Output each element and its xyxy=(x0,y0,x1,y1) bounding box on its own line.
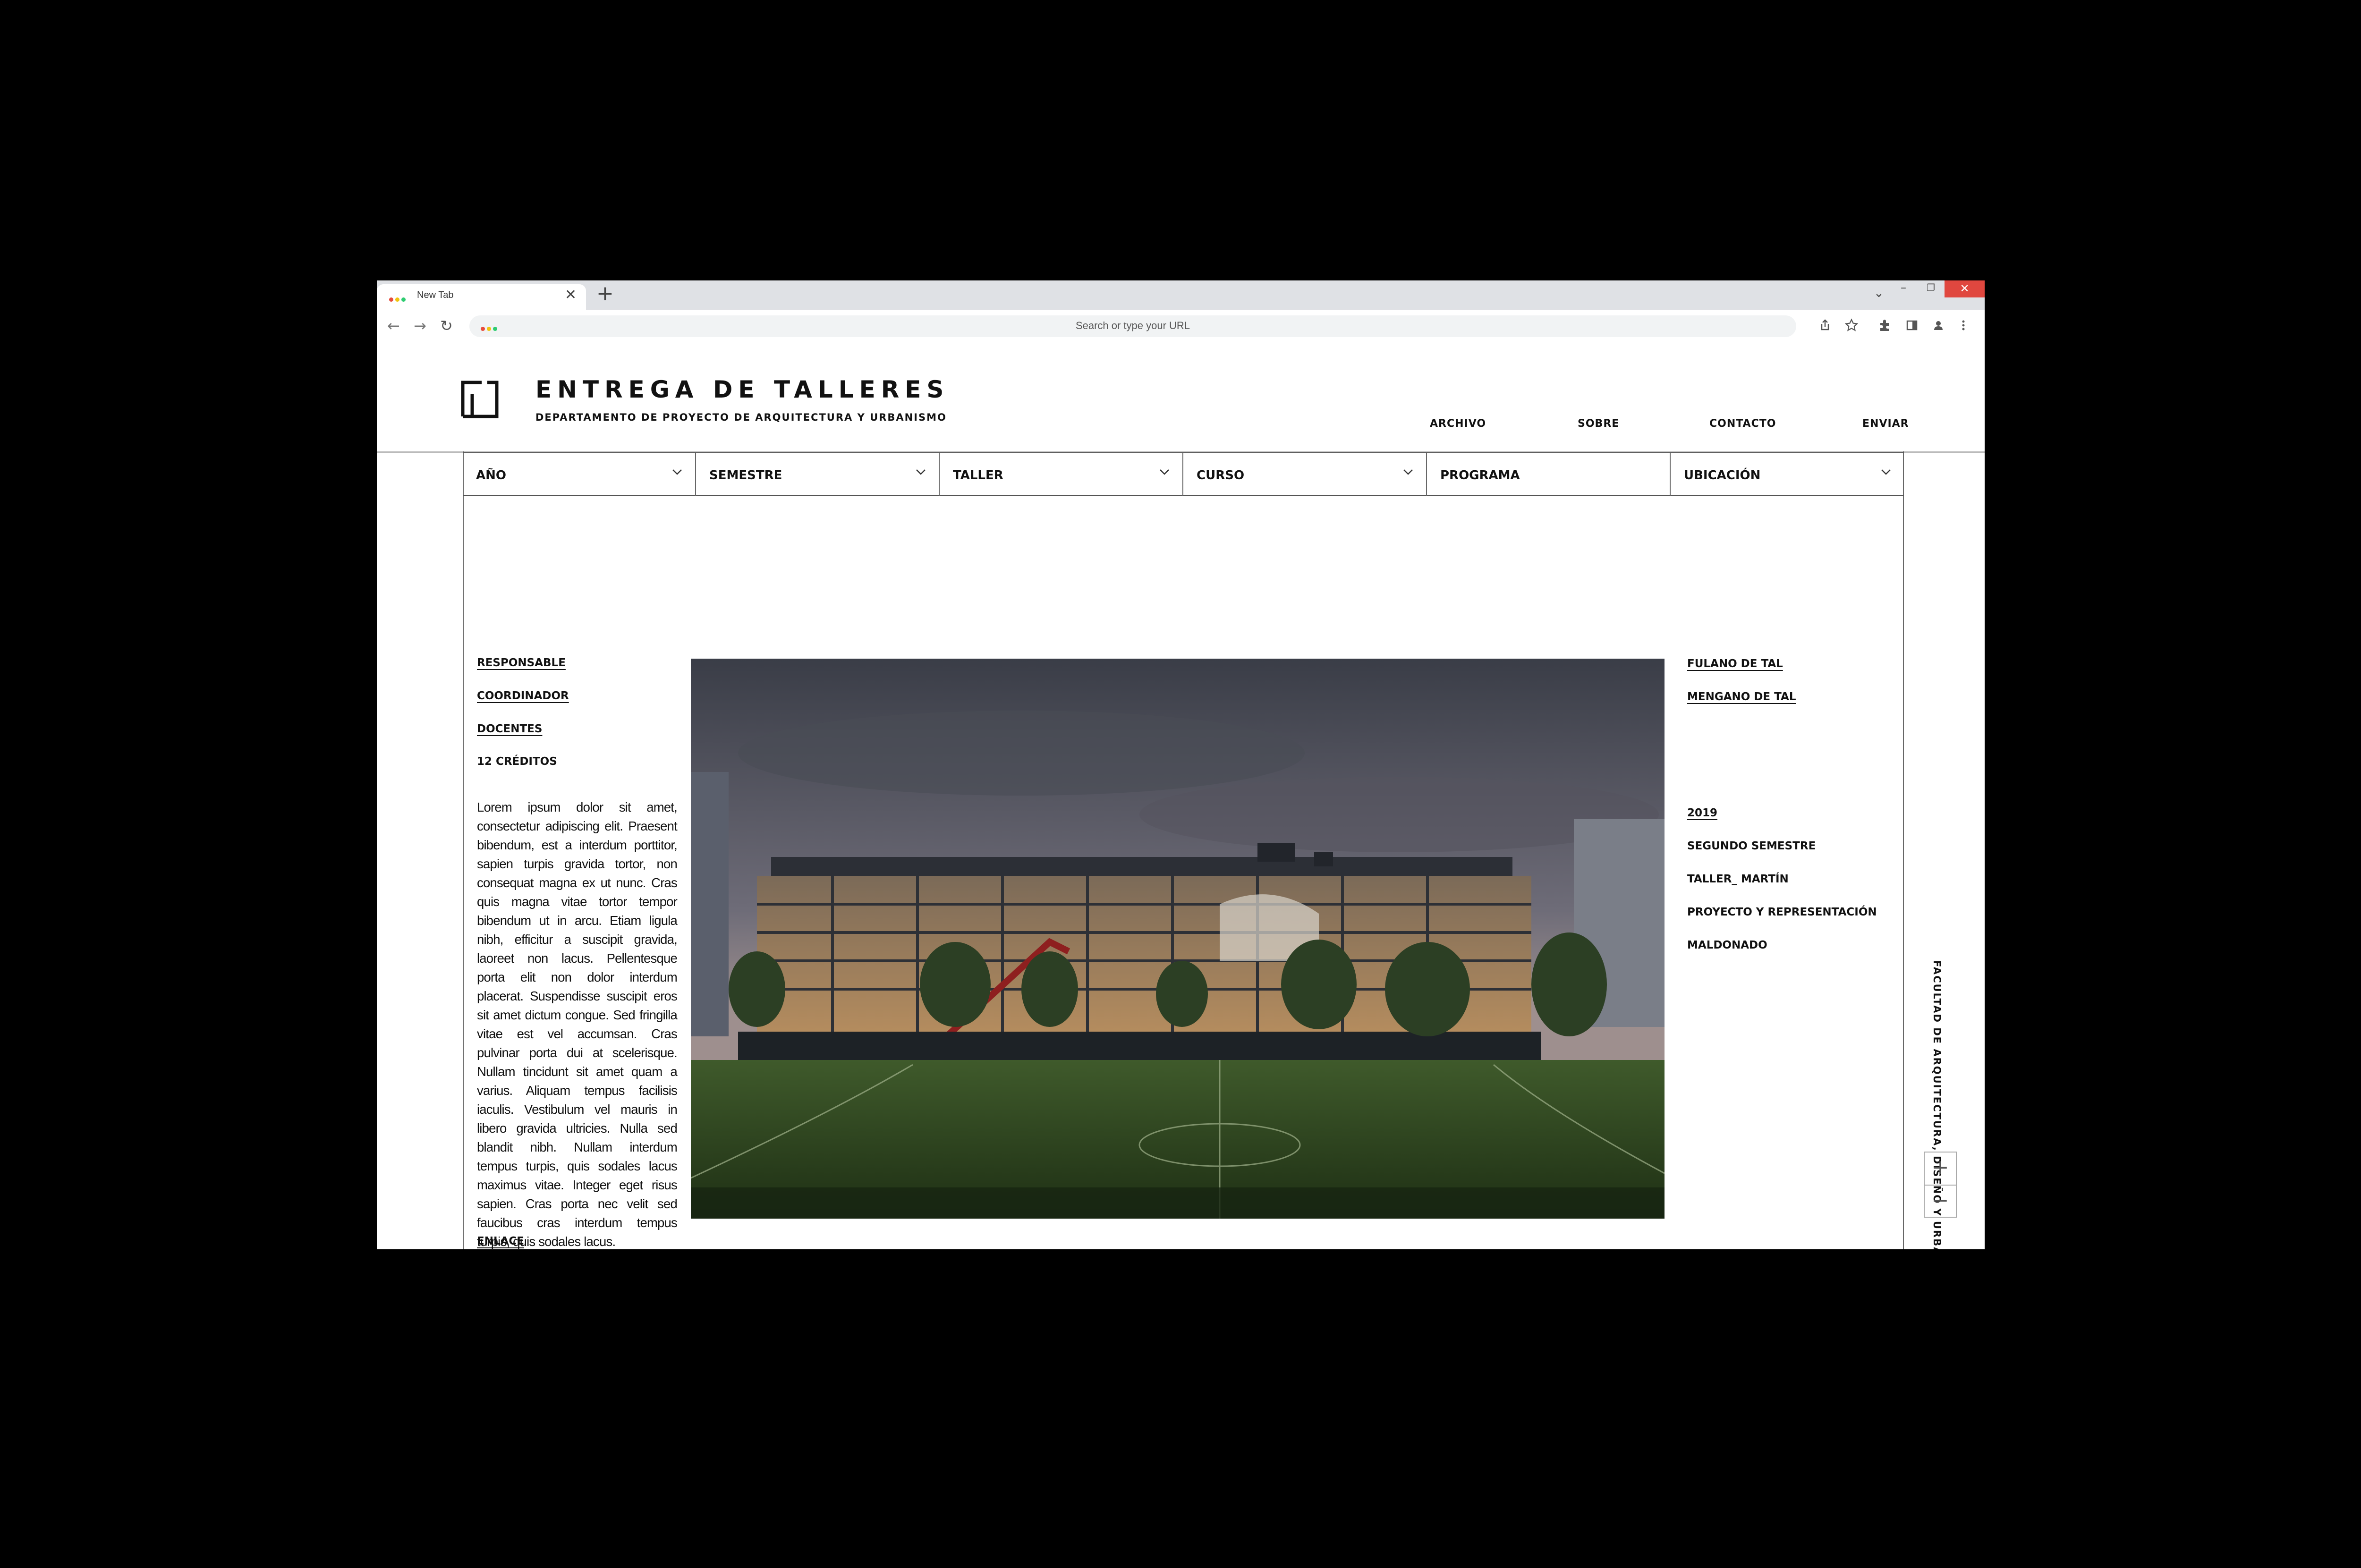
meta-docentes[interactable]: DOCENTES xyxy=(477,723,542,735)
zoom-in-button[interactable]: + xyxy=(1925,1153,1956,1186)
filter-bar: AÑO SEMESTRE TALLER CURSO PROGRAMA UBICA… xyxy=(463,452,1904,496)
filter-label: TALLER xyxy=(953,468,1003,483)
filter-semestre[interactable]: SEMESTRE xyxy=(696,453,940,496)
detail-course: PROYECTO Y REPRESENTACIÓN xyxy=(1687,906,1877,918)
meta-creditos: 12 CRÉDITOS xyxy=(477,755,557,768)
zoom-out-button[interactable]: − xyxy=(1925,1186,1956,1218)
nav-contacto[interactable]: CONTACTO xyxy=(1709,418,1776,430)
detail-taller: TALLER_ MARTÍN xyxy=(1687,873,1789,885)
profile-icon[interactable] xyxy=(1931,318,1945,336)
chevron-down-icon[interactable]: ⌄ xyxy=(1874,286,1884,300)
browser-window: New Tab ✕ + ⌄ – ❐ ✕ ← → ↻ Search or type… xyxy=(377,280,1985,1249)
chevron-down-icon xyxy=(672,469,682,475)
tab-new-tab[interactable]: New Tab ✕ xyxy=(377,284,586,310)
close-window-button[interactable]: ✕ xyxy=(1945,280,1985,297)
star-icon[interactable] xyxy=(1844,318,1859,336)
detail-location: MALDONADO xyxy=(1687,939,1767,951)
back-icon[interactable]: ← xyxy=(387,317,400,334)
tab-title: New Tab xyxy=(417,290,454,300)
address-placeholder: Search or type your URL xyxy=(1075,320,1190,331)
filter-ano[interactable]: AÑO xyxy=(463,453,696,496)
menu-icon[interactable] xyxy=(1961,318,1966,336)
filter-ubicacion[interactable]: UBICACIÓN xyxy=(1671,453,1904,496)
web-page: ENTREGA DE TALLERES DEPARTAMENTO DE PROY… xyxy=(377,344,1985,1249)
filter-label: SEMESTRE xyxy=(709,468,782,483)
project-description: Lorem ipsum dolor sit amet, consectetur … xyxy=(477,800,678,1249)
chevron-down-icon xyxy=(1403,469,1413,475)
sidebar-icon[interactable] xyxy=(1905,318,1919,336)
filter-programa[interactable]: PROGRAMA xyxy=(1427,453,1671,496)
zoom-control: + − xyxy=(1924,1152,1957,1218)
tab-close-icon[interactable]: ✕ xyxy=(565,287,577,303)
filter-label: UBICACIÓN xyxy=(1684,468,1761,483)
filter-label: PROGRAMA xyxy=(1440,468,1520,483)
meta-coordinador[interactable]: COORDINADOR xyxy=(477,690,569,702)
address-bar[interactable]: Search or type your URL xyxy=(469,315,1796,337)
tab-bar: New Tab ✕ + ⌄ – ❐ ✕ xyxy=(377,280,1985,310)
chevron-down-icon xyxy=(1881,469,1891,475)
nav-archivo[interactable]: ARCHIVO xyxy=(1430,418,1486,430)
minimize-button[interactable]: – xyxy=(1890,280,1917,297)
extensions-icon[interactable] xyxy=(1877,318,1892,336)
forward-icon[interactable]: → xyxy=(414,317,426,334)
detail-semester: SEGUNDO SEMESTRE xyxy=(1687,840,1816,852)
site-subtitle: DEPARTAMENTO DE PROYECTO DE ARQUITECTURA… xyxy=(535,412,947,423)
share-icon[interactable] xyxy=(1818,318,1832,336)
nav-sobre[interactable]: SOBRE xyxy=(1578,418,1619,430)
person-fulano[interactable]: FULANO DE TAL xyxy=(1687,658,1783,670)
filter-label: CURSO xyxy=(1197,468,1245,483)
tab-favicon xyxy=(389,295,408,304)
browser-toolbar: ← → ↻ Search or type your URL xyxy=(377,310,1985,344)
nav-enviar[interactable]: ENVIAR xyxy=(1862,418,1909,430)
person-mengano[interactable]: MENGANO DE TAL xyxy=(1687,691,1796,703)
chevron-down-icon xyxy=(1160,469,1169,475)
filter-taller[interactable]: TALLER xyxy=(940,453,1183,496)
reload-icon[interactable]: ↻ xyxy=(440,317,453,334)
new-tab-button[interactable]: + xyxy=(596,283,614,304)
filter-label: AÑO xyxy=(476,468,506,483)
restore-button[interactable]: ❐ xyxy=(1917,280,1945,297)
site-title[interactable]: ENTREGA DE TALLERES xyxy=(535,376,949,403)
logo-icon[interactable] xyxy=(461,381,499,418)
detail-year[interactable]: 2019 xyxy=(1687,807,1717,819)
project-image[interactable] xyxy=(691,659,1665,1219)
filter-curso[interactable]: CURSO xyxy=(1183,453,1427,496)
meta-responsable[interactable]: RESPONSABLE xyxy=(477,657,566,669)
chevron-down-icon xyxy=(916,469,926,475)
